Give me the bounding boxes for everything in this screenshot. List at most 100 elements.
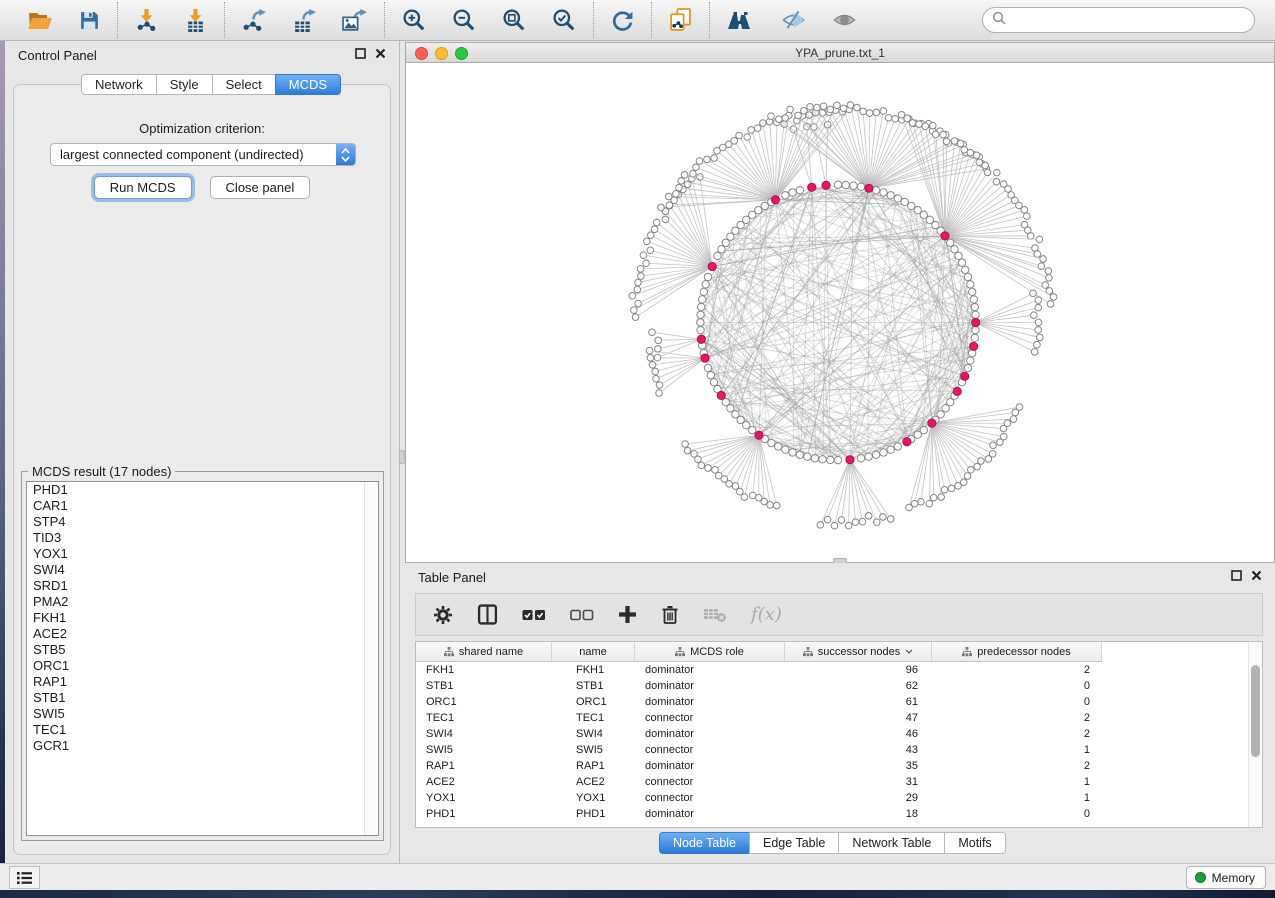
search-network-icon[interactable]: [727, 11, 755, 30]
deselect-all-rows-icon[interactable]: [570, 609, 594, 621]
table-row[interactable]: FKH1FKH1dominator962: [416, 662, 1262, 678]
mcds-result-item[interactable]: TID3: [27, 530, 378, 546]
tab-network[interactable]: Network: [81, 74, 157, 95]
cell-role: dominator: [635, 758, 785, 774]
hide-graphics-details-icon[interactable]: [781, 10, 806, 30]
mcds-result-item[interactable]: PMA2: [27, 594, 378, 610]
mcds-result-item[interactable]: RAP1: [27, 674, 378, 690]
cell-name: ACE2: [552, 774, 635, 790]
mcds-result-item[interactable]: TEC1: [27, 722, 378, 738]
column-visibility-icon[interactable]: [477, 604, 498, 625]
mcds-result-item[interactable]: SWI4: [27, 562, 378, 578]
network-search-box[interactable]: [982, 7, 1255, 33]
tab-edge-table[interactable]: Edge Table: [749, 832, 839, 854]
table-row[interactable]: STB1STB1dominator620: [416, 678, 1262, 694]
mcds-result-item[interactable]: SRD1: [27, 578, 378, 594]
maximize-window-icon[interactable]: [455, 47, 468, 60]
clone-network-icon[interactable]: [669, 8, 692, 32]
function-builder-icon-disabled: f(x): [751, 604, 782, 625]
node-table-header: shared namenameMCDS rolesuccessor nodesp…: [416, 642, 1262, 662]
open-session-icon[interactable]: [27, 10, 53, 31]
mcds-list-scrollbar[interactable]: [364, 482, 378, 835]
mcds-result-item[interactable]: PHD1: [27, 482, 378, 498]
zoom-fit-icon[interactable]: [502, 8, 526, 32]
cell-shared: SWI4: [416, 726, 552, 742]
cell-name: ORC1: [552, 694, 635, 710]
network-canvas[interactable]: [405, 63, 1275, 563]
mcds-result-item[interactable]: STB5: [27, 642, 378, 658]
export-image-icon[interactable]: [342, 9, 367, 32]
save-session-icon[interactable]: [79, 10, 100, 31]
close-table-panel-icon[interactable]: [1251, 568, 1262, 586]
search-input[interactable]: [1011, 13, 1245, 28]
float-table-panel-icon[interactable]: [1231, 568, 1242, 586]
memory-button[interactable]: Memory: [1186, 866, 1266, 889]
import-network-icon[interactable]: [135, 9, 158, 32]
close-panel-icon[interactable]: [375, 46, 386, 64]
tab-mcds[interactable]: MCDS: [275, 74, 341, 95]
mcds-result-item[interactable]: SWI5: [27, 706, 378, 722]
mcds-result-item[interactable]: GCR1: [27, 738, 378, 754]
select-all-rows-icon[interactable]: [522, 609, 546, 621]
mcds-result-item[interactable]: YOX1: [27, 546, 378, 562]
tab-style[interactable]: Style: [156, 74, 213, 95]
mcds-result-item[interactable]: CAR1: [27, 498, 378, 514]
create-column-icon[interactable]: [618, 605, 637, 624]
column-header-name[interactable]: name: [552, 642, 635, 662]
search-icon: [992, 11, 1006, 30]
export-table-icon[interactable]: [292, 9, 316, 32]
column-header-MCDS-role[interactable]: MCDS role: [635, 642, 785, 662]
cell-succ: 18: [785, 806, 932, 822]
tab-network-table[interactable]: Network Table: [838, 832, 945, 854]
column-header-successor-nodes[interactable]: successor nodes: [785, 642, 932, 662]
table-scrollbar[interactable]: [1248, 642, 1262, 827]
table-row[interactable]: RAP1RAP1dominator352: [416, 758, 1262, 774]
mcds-result-item[interactable]: STP4: [27, 514, 378, 530]
cell-succ: 43: [785, 742, 932, 758]
cell-pred: 2: [932, 662, 1102, 678]
cell-role: connector: [635, 790, 785, 806]
table-row[interactable]: ACE2ACE2connector311: [416, 774, 1262, 790]
table-scrollbar-thumb[interactable]: [1251, 665, 1260, 757]
zoom-out-icon[interactable]: [452, 8, 476, 32]
table-row[interactable]: ORC1ORC1dominator610: [416, 694, 1262, 710]
optimization-criterion-select[interactable]: largest connected component (undirected): [50, 143, 356, 166]
show-graphics-details-icon[interactable]: [832, 10, 857, 30]
column-header-shared-name[interactable]: shared name: [416, 642, 552, 662]
table-settings-icon[interactable]: [433, 605, 453, 625]
mcds-result-item[interactable]: ORC1: [27, 658, 378, 674]
mcds-result-item[interactable]: ACE2: [27, 626, 378, 642]
cell-succ: 62: [785, 678, 932, 694]
delete-columns-icon[interactable]: [661, 604, 679, 625]
close-panel-button[interactable]: Close panel: [210, 176, 311, 199]
close-window-icon[interactable]: [415, 47, 428, 60]
mcds-result-item[interactable]: FKH1: [27, 610, 378, 626]
float-panel-icon[interactable]: [355, 46, 366, 64]
import-table-icon[interactable]: [184, 9, 207, 32]
cell-name: SWI4: [552, 726, 635, 742]
export-network-icon[interactable]: [242, 9, 266, 32]
tab-select[interactable]: Select: [212, 74, 276, 95]
control-panel: Control Panel NetworkStyleSelectMCDS Opt…: [5, 41, 400, 863]
refresh-icon[interactable]: [611, 9, 634, 32]
table-row[interactable]: TEC1TEC1connector472: [416, 710, 1262, 726]
zoom-selected-icon[interactable]: [552, 8, 576, 32]
minimize-window-icon[interactable]: [435, 47, 448, 60]
mcds-result-item[interactable]: STB1: [27, 690, 378, 706]
table-panel-tabs: Node TableEdge TableNetwork TableMotifs: [660, 832, 1006, 854]
tab-node-table[interactable]: Node Table: [659, 832, 750, 854]
table-toolbar: f(x): [415, 593, 1263, 636]
tab-motifs[interactable]: Motifs: [944, 832, 1005, 854]
task-history-button[interactable]: [9, 866, 40, 889]
cell-pred: 0: [932, 806, 1102, 822]
table-row[interactable]: PHD1PHD1dominator180: [416, 806, 1262, 822]
cell-succ: 46: [785, 726, 932, 742]
run-mcds-button[interactable]: Run MCDS: [94, 176, 192, 199]
network-window-titlebar[interactable]: YPA_prune.txt_1: [405, 42, 1275, 63]
column-header-predecessor-nodes[interactable]: predecessor nodes: [932, 642, 1102, 662]
vertical-splitter-handle[interactable]: [399, 450, 405, 464]
table-row[interactable]: SWI5SWI5connector431: [416, 742, 1262, 758]
zoom-in-icon[interactable]: [402, 8, 426, 32]
table-row[interactable]: SWI4SWI4dominator462: [416, 726, 1262, 742]
table-row[interactable]: YOX1YOX1connector291: [416, 790, 1262, 806]
